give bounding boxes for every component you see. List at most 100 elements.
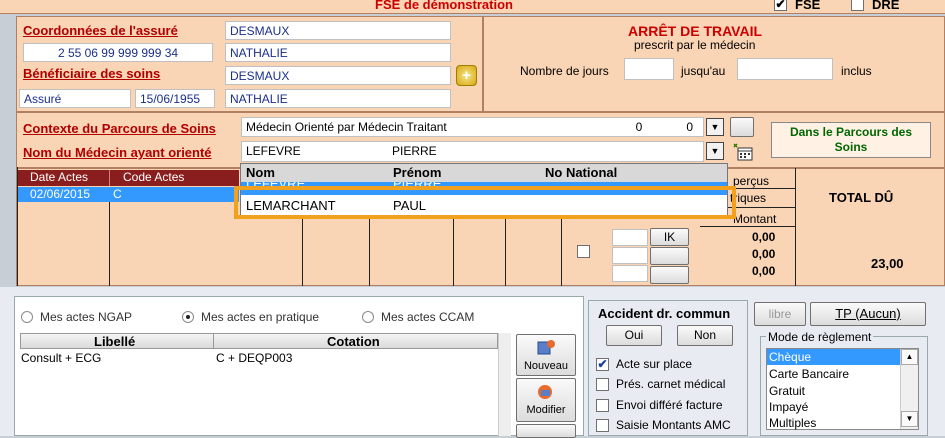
radio-ccam-icon[interactable] [362, 311, 374, 323]
medecin-prenom: PIERRE [392, 144, 437, 158]
scroll-down-icon[interactable]: ▼ [901, 411, 918, 427]
ik-button-3[interactable] [650, 266, 689, 284]
dre-check-icon[interactable] [851, 0, 864, 11]
option-acte-sur-place[interactable]: ✔ Acte sur place [596, 357, 692, 371]
chevron-down-icon: ▼ [710, 122, 720, 132]
beneficiaire-prenom-field[interactable]: NATHALIE [225, 89, 451, 108]
jusquau-label: jusqu'au [681, 64, 726, 78]
contexte-num2: 0 [686, 120, 693, 134]
mode-reglement-title: Mode de règlement [766, 330, 874, 344]
assure-section-link[interactable]: Coordonnées de l'assuré [23, 23, 178, 38]
fse-label: FSE [795, 0, 821, 12]
nombre-input-1[interactable] [612, 229, 648, 246]
tp-button[interactable]: TP (Aucun) [810, 302, 926, 326]
col-cotation: Cotation [327, 334, 380, 349]
acte-sur-place-check-icon[interactable]: ✔ [596, 357, 609, 371]
beneficiaire-section-link[interactable]: Bénéficiaire des soins [23, 66, 160, 81]
pres-carnet-check-icon[interactable] [596, 377, 609, 391]
fse-check-icon[interactable]: ✔ [774, 0, 787, 11]
medecin-dropdown-button[interactable]: ▼ [706, 142, 724, 160]
reglement-option-gratuit[interactable]: Gratuit [769, 383, 805, 399]
nouveau-button[interactable]: Nouveau [516, 334, 576, 376]
new-doc-icon [537, 340, 555, 355]
scroll-thumb[interactable] [901, 365, 918, 411]
actes-list-scrollbar[interactable] [498, 333, 511, 436]
assure-prenom-field[interactable]: NATHALIE [225, 43, 451, 62]
parcours-status-badge: Dans le Parcours des Soins [771, 122, 931, 158]
actes-table-row[interactable]: 02/06/2015 C [17, 187, 239, 202]
row-date: 02/06/2015 [30, 187, 91, 201]
total-du-value: 23,00 [871, 256, 904, 271]
assure-nom-field[interactable]: DESMAUX [225, 21, 451, 40]
add-beneficiaire-button[interactable]: + [456, 65, 477, 86]
ik-button-2[interactable] [650, 247, 689, 265]
radio-pratique[interactable]: Mes actes en pratique [182, 310, 319, 324]
modifier-button[interactable]: Modifier [516, 378, 576, 422]
reglement-option-impaye[interactable]: Impayé [769, 399, 808, 415]
dropdown-col-nom: Nom [246, 165, 275, 180]
inclus-label: inclus [841, 64, 872, 78]
radio-ccam[interactable]: Mes actes CCAM [362, 310, 474, 324]
arret-title: ARRÊT DE TRAVAIL [628, 23, 763, 39]
col-code-actes: Code Actes [123, 170, 185, 184]
contexte-dropdown-button[interactable]: ▼ [706, 118, 724, 136]
contexte-extra-button[interactable] [730, 117, 754, 137]
contexte-num1: 0 [635, 120, 643, 134]
radio-pratique-icon[interactable] [182, 311, 194, 323]
accident-oui-button[interactable]: Oui [606, 325, 662, 346]
dre-checkbox[interactable]: DRE [851, 0, 899, 12]
row-code: C [113, 187, 122, 201]
actes-list-header: Libellé Cotation [20, 333, 498, 349]
nombre-input-3[interactable] [612, 265, 648, 282]
beneficiaire-naissance-field[interactable]: 15/06/1955 [135, 89, 215, 108]
highlight-frame [234, 186, 736, 219]
total-du-label: TOTAL DÛ [829, 190, 894, 205]
beneficiaire-qualite-field[interactable]: Assuré [19, 89, 131, 108]
medecin-select[interactable]: LEFEVRE PIERRE [241, 141, 704, 162]
reglement-scrollbar[interactable]: ▲ ▼ [900, 349, 918, 429]
calendar-list-icon[interactable] [732, 142, 754, 162]
jusquau-input[interactable] [737, 58, 833, 80]
option-pres-carnet[interactable]: Prés. carnet médical [596, 377, 725, 391]
col-date-actes: Date Actes [17, 170, 110, 186]
montant-label: Montant [733, 212, 777, 226]
arret-subtitle: prescrit par le médecin [634, 38, 756, 52]
reglement-option-cheque[interactable]: Chèque [767, 349, 900, 365]
contexte-value: Médecin Orienté par Médecin Traitant [246, 120, 447, 134]
reglement-option-multiples[interactable]: Multiples [769, 415, 816, 431]
nombre-input-2[interactable] [612, 247, 648, 264]
dropdown-header: Nom Prénom No National [241, 164, 727, 182]
acte-row-checkbox[interactable] [577, 245, 590, 258]
ik-button[interactable]: IK [650, 228, 689, 246]
accident-non-button[interactable]: Non [677, 325, 733, 346]
row-cotation: C + DEQP003 [216, 351, 293, 365]
dropdown-col-prenom: Prénom [393, 165, 442, 180]
beneficiaire-nom-field[interactable]: DESMAUX [225, 66, 451, 85]
reglement-option-carte[interactable]: Carte Bancaire [769, 366, 849, 382]
saisie-montants-check-icon[interactable] [596, 418, 609, 432]
actes-list-row[interactable]: Consult + ECG C + DEQP003 [20, 350, 498, 366]
nb-jours-input[interactable] [624, 58, 674, 80]
contexte-select[interactable]: Médecin Orienté par Médecin Traitant 0 0 [241, 117, 704, 137]
montant-value-1: 0,00 [752, 230, 776, 244]
totals-divider [795, 168, 796, 286]
option-saisie-montants[interactable]: Saisie Montants AMC [596, 418, 731, 432]
page-title: FSE de démonstration [375, 0, 513, 12]
actes-table-header: Date Actes Code Actes [17, 170, 239, 186]
radio-ngap-icon[interactable] [21, 311, 33, 323]
radio-ngap[interactable]: Mes actes NGAP [21, 310, 132, 324]
percus-label: perçus [733, 174, 770, 188]
row-libelle: Consult + ECG [21, 351, 102, 365]
scroll-up-icon[interactable]: ▲ [901, 349, 918, 365]
chevron-down-icon: ▼ [710, 146, 720, 156]
envoi-differe-check-icon[interactable] [596, 398, 609, 412]
edit-icon [538, 385, 552, 399]
medecin-oriente-link[interactable]: Nom du Médecin ayant orienté [23, 145, 212, 160]
assure-numero-field[interactable]: 2 55 06 99 999 999 34 [23, 43, 213, 62]
libre-button[interactable]: libre [754, 302, 806, 326]
fse-checkbox[interactable]: ✔ FSE [774, 0, 820, 12]
plus-icon: + [462, 67, 471, 84]
dropdown-col-no-national: No National [545, 165, 618, 180]
option-envoi-differe[interactable]: Envoi différé facture [596, 398, 723, 412]
contexte-parcours-link[interactable]: Contexte du Parcours de Soins [23, 121, 216, 136]
